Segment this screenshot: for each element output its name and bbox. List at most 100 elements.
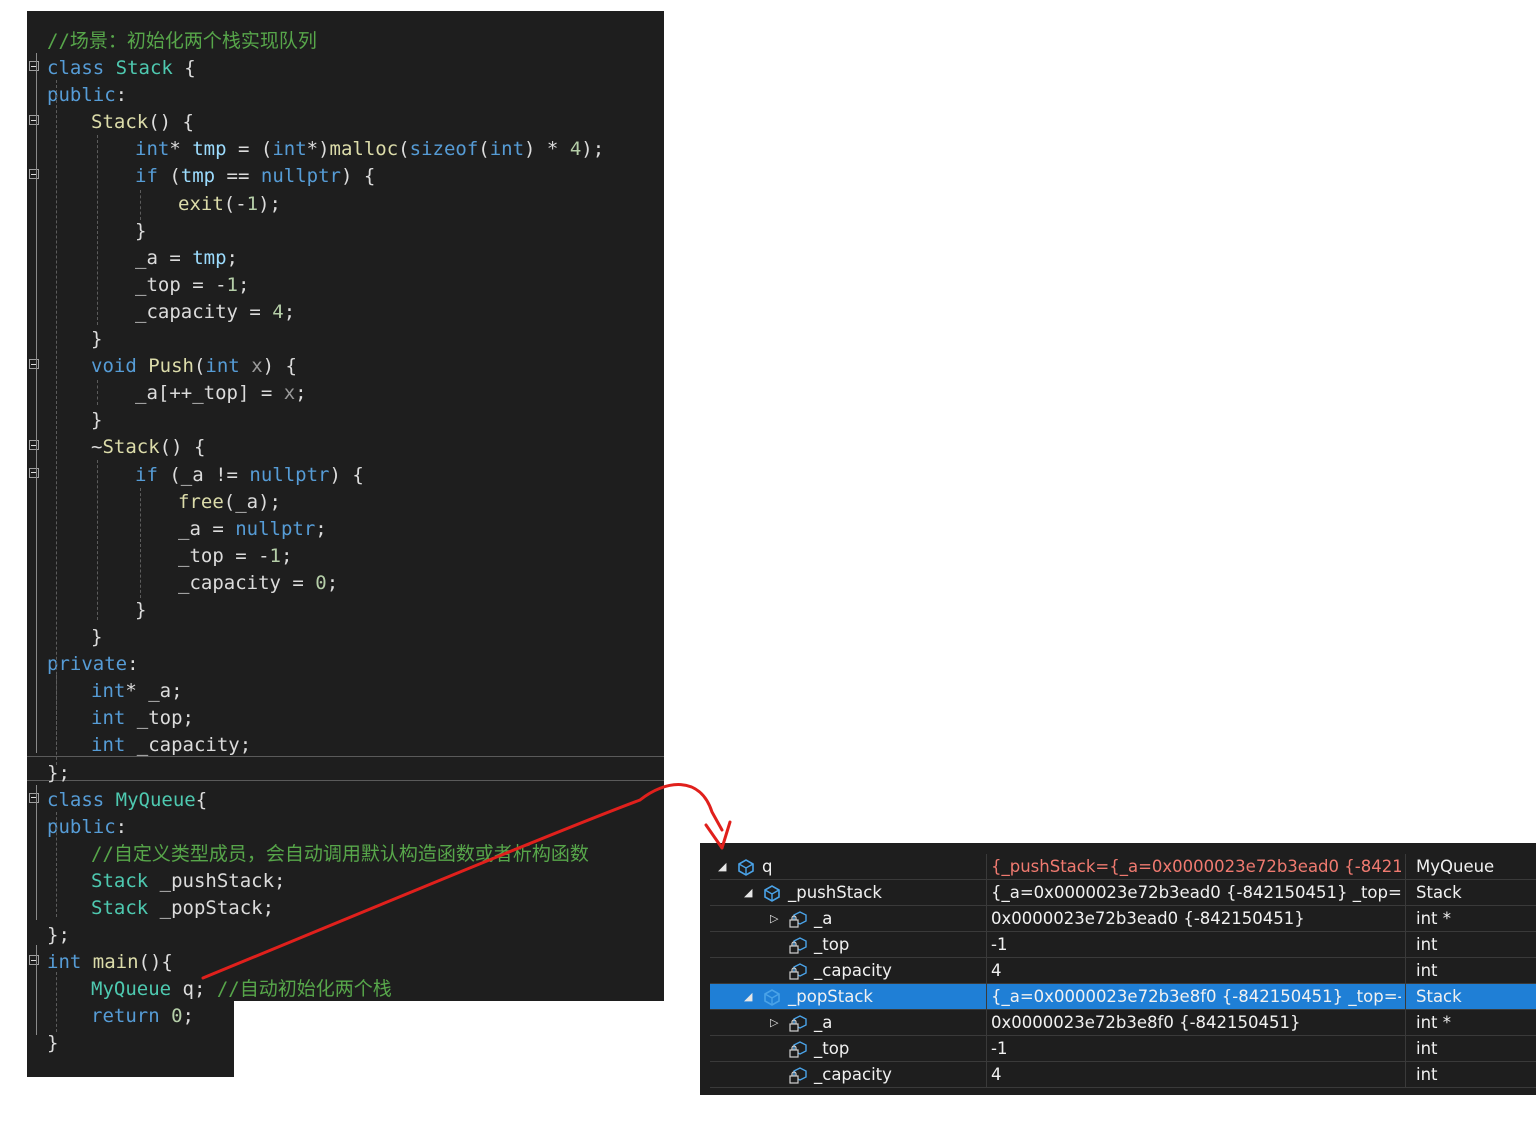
watch-value[interactable]: {_a=0x0000023e72b3ead0 {-842150451} _top… bbox=[991, 880, 1401, 905]
indent-guide bbox=[36, 945, 37, 1035]
code-line[interactable]: _a = tmp; bbox=[27, 245, 667, 272]
code-line[interactable]: _capacity = 4; bbox=[27, 299, 667, 326]
watch-row[interactable]: ▷ _a 0x0000023e72b3e8f0 {-842150451} int * bbox=[710, 1010, 1536, 1036]
code-token: tmp bbox=[180, 165, 216, 188]
code-token: _a = bbox=[135, 246, 193, 269]
code-line[interactable]: MyQueue q; //自动初始化两个栈 bbox=[27, 976, 667, 1003]
code-line[interactable]: class MyQueue{ bbox=[27, 787, 667, 814]
code-line[interactable]: Stack _pushStack; bbox=[27, 868, 667, 895]
code-token: ; bbox=[226, 246, 238, 269]
code-line[interactable]: int _top; bbox=[27, 705, 667, 732]
watch-name: _top bbox=[814, 935, 850, 954]
watch-row[interactable]: _top -1 int bbox=[710, 932, 1536, 958]
code-line[interactable]: } bbox=[27, 407, 667, 434]
code-line[interactable]: } bbox=[27, 218, 667, 245]
code-token: _a[++_top] = bbox=[135, 382, 284, 405]
code-line[interactable]: _capacity = 0; bbox=[27, 570, 667, 597]
code-line[interactable]: _a[++_top] = x; bbox=[27, 380, 667, 407]
watch-value[interactable]: -1 bbox=[991, 932, 1401, 957]
watch-value[interactable]: 0x0000023e72b3ead0 {-842150451} bbox=[991, 906, 1401, 931]
collapse-arrow-icon[interactable]: ◢ bbox=[718, 854, 726, 879]
code-token: ( bbox=[193, 355, 206, 378]
expand-arrow-icon[interactable]: ▷ bbox=[770, 906, 778, 931]
watch-add-item-row[interactable] bbox=[710, 1088, 1536, 1095]
collapse-icon[interactable] bbox=[29, 440, 39, 451]
code-line[interactable]: }; bbox=[27, 922, 667, 949]
watch-row[interactable]: ◢ _popStack {_a=0x0000023e72b3e8f0 {-84215… bbox=[710, 984, 1536, 1010]
code-text: public: bbox=[47, 82, 127, 109]
code-line[interactable]: Stack() { bbox=[27, 109, 667, 136]
watch-value[interactable]: 4 bbox=[991, 1062, 1401, 1087]
code-token: : bbox=[115, 84, 128, 107]
code-token: 4 bbox=[569, 138, 582, 161]
watch-name: _top bbox=[814, 1039, 850, 1058]
code-line[interactable]: void Push(int x) { bbox=[27, 353, 667, 380]
watch-value[interactable]: -1 bbox=[991, 1036, 1401, 1061]
code-line[interactable]: int main(){ bbox=[27, 949, 667, 976]
watch-row[interactable]: _capacity 4 int bbox=[710, 958, 1536, 984]
collapse-icon[interactable] bbox=[29, 955, 39, 966]
code-text: int* _a; bbox=[91, 678, 183, 705]
code-line[interactable]: ~Stack() { bbox=[27, 434, 667, 461]
code-token: int bbox=[91, 734, 126, 757]
code-line[interactable]: _top = -1; bbox=[27, 543, 667, 570]
code-line[interactable]: int* tmp = (int*)malloc(sizeof(int) * 4)… bbox=[27, 136, 667, 163]
code-token: *) bbox=[306, 138, 330, 161]
code-line[interactable]: //场景：初始化两个栈实现队列 bbox=[27, 28, 667, 55]
collapse-arrow-icon[interactable]: ◢ bbox=[744, 984, 752, 1009]
code-token: int bbox=[91, 680, 126, 703]
watch-row[interactable]: ▷ _a 0x0000023e72b3ead0 {-842150451} int * bbox=[710, 906, 1536, 932]
code-line[interactable]: _a = nullptr; bbox=[27, 516, 667, 543]
code-line[interactable]: return 0; bbox=[27, 1003, 667, 1030]
code-line[interactable]: }; bbox=[27, 760, 667, 787]
collapse-icon[interactable] bbox=[29, 467, 39, 478]
watch-value[interactable]: 4 bbox=[991, 958, 1401, 983]
code-line[interactable]: int* _a; bbox=[27, 678, 667, 705]
code-line[interactable]: int _capacity; bbox=[27, 732, 667, 759]
code-token: ); bbox=[258, 192, 281, 215]
code-line[interactable]: _top = -1; bbox=[27, 272, 667, 299]
code-text: } bbox=[135, 597, 146, 624]
watch-row[interactable]: ◢ q {_pushStack={_a=0x0000023e72b3ead0 {-8… bbox=[710, 854, 1536, 880]
code-line[interactable]: } bbox=[27, 326, 667, 353]
code-line[interactable]: if (tmp == nullptr) { bbox=[27, 163, 667, 190]
code-line[interactable]: public: bbox=[27, 82, 667, 109]
code-token: int bbox=[205, 355, 240, 378]
expand-arrow-icon[interactable]: ▷ bbox=[770, 1010, 778, 1035]
watch-name-cell: ▷ _a bbox=[710, 906, 987, 931]
watch-value[interactable]: 0x0000023e72b3e8f0 {-842150451} bbox=[991, 1010, 1401, 1035]
code-lines[interactable]: //场景：初始化两个栈实现队列 class Stack {public: Stack… bbox=[27, 28, 667, 1058]
code-token: _top = - bbox=[178, 544, 270, 567]
watch-value[interactable]: {_pushStack={_a=0x0000023e72b3ead0 {-842… bbox=[991, 854, 1401, 879]
watch-window[interactable]: ◢ q {_pushStack={_a=0x0000023e72b3ead0 {-8… bbox=[700, 843, 1536, 1095]
watch-row[interactable]: ◢ _pushStack {_a=0x0000023e72b3ead0 {-8421… bbox=[710, 880, 1536, 906]
collapse-icon[interactable] bbox=[29, 169, 39, 180]
watch-header bbox=[710, 843, 1536, 851]
watch-value[interactable]: {_a=0x0000023e72b3e8f0 {-842150451} _top… bbox=[991, 984, 1401, 1009]
code-line[interactable]: } bbox=[27, 597, 667, 624]
code-line[interactable]: Stack _popStack; bbox=[27, 895, 667, 922]
code-token: //自动初始化两个栈 bbox=[216, 978, 392, 1001]
code-line[interactable]: exit(-1); bbox=[27, 191, 667, 218]
code-line[interactable]: } bbox=[27, 624, 667, 651]
code-line[interactable]: public: bbox=[27, 814, 667, 841]
collapse-icon[interactable] bbox=[29, 61, 39, 72]
collapse-arrow-icon[interactable]: ◢ bbox=[744, 880, 752, 905]
collapse-icon[interactable] bbox=[29, 792, 39, 803]
code-token: nullptr bbox=[235, 517, 316, 540]
code-line[interactable]: class Stack { bbox=[27, 55, 667, 82]
code-token: ); bbox=[581, 138, 605, 161]
code-line[interactable]: } bbox=[27, 1030, 667, 1057]
code-line[interactable]: //自定义类型成员，会自动调用默认构造函数或者析构函数 bbox=[27, 841, 667, 868]
code-token: nullptr bbox=[249, 463, 330, 486]
watch-row[interactable]: _capacity 4 int bbox=[710, 1062, 1536, 1088]
code-line[interactable]: private: bbox=[27, 651, 667, 678]
code-token: } bbox=[91, 328, 103, 351]
watch-type: MyQueue bbox=[1405, 854, 1536, 879]
code-token: }; bbox=[47, 924, 70, 947]
collapse-icon[interactable] bbox=[29, 359, 39, 370]
watch-row[interactable]: _top -1 int bbox=[710, 1036, 1536, 1062]
collapse-icon[interactable] bbox=[29, 115, 39, 126]
code-line[interactable]: free(_a); bbox=[27, 489, 667, 516]
code-line[interactable]: if (_a != nullptr) { bbox=[27, 462, 667, 489]
